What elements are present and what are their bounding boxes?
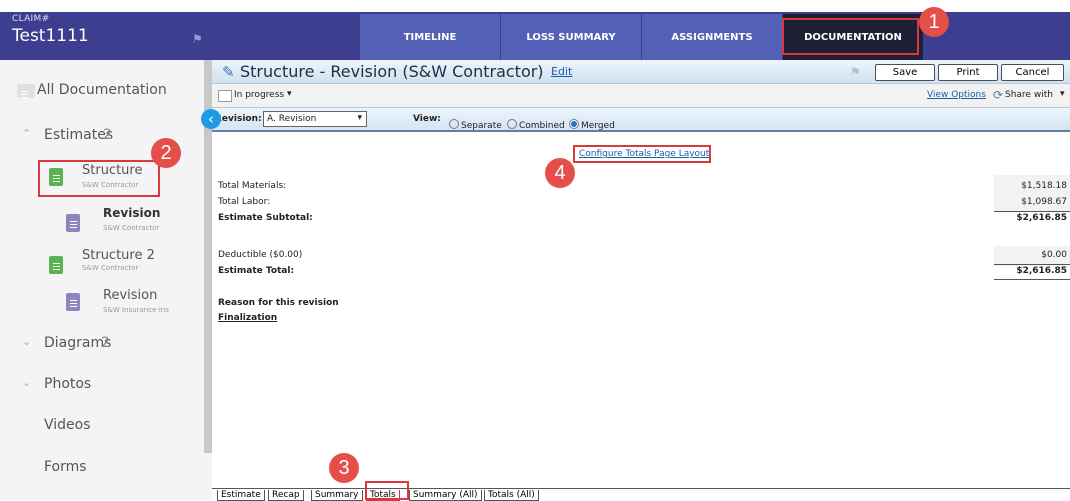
tab-summary-all[interactable]: Summary (All) xyxy=(409,490,482,501)
revision-document-icon xyxy=(66,214,80,232)
chevron-down-icon[interactable]: ⌄ xyxy=(22,376,31,389)
chevron-down-icon[interactable]: ▾ xyxy=(1060,89,1065,99)
forms-label[interactable]: Forms xyxy=(44,459,87,475)
view-combined-radio[interactable]: Combined xyxy=(507,113,565,132)
photos-label[interactable]: Photos xyxy=(44,376,91,392)
chevron-up-icon[interactable]: ⌃ xyxy=(22,127,31,140)
estimate-title: Structure - Revision (S&W Contractor) xyxy=(240,62,544,81)
estimate-total-label: Estimate Total: xyxy=(218,266,295,276)
tab-timeline[interactable]: TIMELINE xyxy=(360,14,500,60)
estimate-item-title[interactable]: Structure 2 xyxy=(82,248,155,263)
totals-highlight xyxy=(365,481,409,500)
total-rule xyxy=(994,264,1070,265)
documentation-sidebar: All Documentation ⌃ Estimates 2 Structur… xyxy=(0,60,212,500)
chevron-down-icon: ▾ xyxy=(357,113,362,123)
documentation-highlight xyxy=(782,18,919,55)
finalization-link[interactable]: Finalization xyxy=(218,313,277,323)
view-separate-label: Separate xyxy=(461,121,502,131)
cancel-button[interactable]: Cancel xyxy=(1001,64,1064,81)
tab-summary[interactable]: Summary xyxy=(311,490,363,501)
view-separate-radio[interactable]: Separate xyxy=(449,113,502,132)
revision-item-meta: S&W Contractor xyxy=(103,224,160,232)
save-button[interactable]: Save xyxy=(875,64,935,81)
estimate-total-value: $2,616.85 xyxy=(1016,266,1067,276)
revision-document-icon xyxy=(66,293,80,311)
folder-icon xyxy=(17,84,35,98)
total-materials-label: Total Materials: xyxy=(218,181,287,191)
estimate-item-title[interactable]: Structure xyxy=(82,163,142,178)
chevron-down-icon[interactable]: ⌄ xyxy=(22,335,31,348)
revision-value: A. Revision xyxy=(267,114,317,124)
chevron-down-icon[interactable]: ▾ xyxy=(287,89,292,99)
total-labor-label: Total Labor: xyxy=(218,197,271,207)
claim-number: Test1111 xyxy=(12,26,89,46)
estimate-document-icon xyxy=(49,168,63,186)
reason-label: Reason for this revision xyxy=(218,298,339,308)
claim-box: CLAIM# Test1111 ⚑ xyxy=(0,12,215,60)
status-icon xyxy=(218,90,232,102)
tab-recap[interactable]: Recap xyxy=(268,490,304,501)
revision-select[interactable]: A. Revision ▾ xyxy=(263,111,367,127)
all-documentation-link[interactable]: All Documentation xyxy=(37,82,167,98)
tab-loss-summary[interactable]: LOSS SUMMARY xyxy=(501,14,641,60)
tab-totals-all[interactable]: Totals (All) xyxy=(484,490,539,501)
flag-icon[interactable]: ⚑ xyxy=(850,65,861,79)
pencil-icon: ✎ xyxy=(222,63,235,81)
claim-label: CLAIM# xyxy=(12,14,50,24)
share-with-label[interactable]: Share with xyxy=(1005,90,1053,100)
tab-estimate[interactable]: Estimate xyxy=(217,490,265,501)
share-icon: ⟳ xyxy=(993,88,1004,102)
estimate-toolbar: In progress ▾ View Options ⟳ Share with … xyxy=(212,84,1070,108)
view-merged-label: Merged xyxy=(581,121,615,131)
revision-item-title[interactable]: Revision xyxy=(103,288,157,303)
callout-2: 2 xyxy=(151,138,181,168)
view-label: View: xyxy=(413,114,441,124)
edit-link[interactable]: Edit xyxy=(551,65,572,78)
total-bottom-rule xyxy=(994,279,1070,280)
total-materials-value: $1,518.18 xyxy=(1021,181,1067,191)
callout-4: 4 xyxy=(545,158,575,188)
callout-3: 3 xyxy=(329,453,359,483)
view-options-link[interactable]: View Options xyxy=(927,90,986,100)
estimate-subtotal-label: Estimate Subtotal: xyxy=(218,213,313,223)
estimate-header: ✎ Structure - Revision (S&W Contractor) … xyxy=(212,60,1070,84)
configure-totals-link[interactable]: Configure Totals Page Layout xyxy=(579,149,709,159)
deductible-value: $0.00 xyxy=(1041,250,1067,260)
total-labor-value: $1,098.67 xyxy=(1021,197,1067,207)
revision-label: Revision: xyxy=(215,114,262,124)
estimate-subtotal-value: $2,616.85 xyxy=(1016,213,1067,223)
subtotal-rule xyxy=(994,211,1070,212)
estimate-document-icon xyxy=(49,256,63,274)
videos-label[interactable]: Videos xyxy=(44,417,91,433)
flag-icon[interactable]: ⚑ xyxy=(192,32,204,46)
estimate-item-meta: S&W Contractor xyxy=(82,264,139,272)
estimate-panel: ✎ Structure - Revision (S&W Contractor) … xyxy=(212,60,1070,500)
top-navigation: CLAIM# Test1111 ⚑ TIMELINE LOSS SUMMARY … xyxy=(0,0,1070,60)
revision-bar: Revision: A. Revision ▾ View: Separate C… xyxy=(212,108,1070,132)
print-button[interactable]: Print xyxy=(938,64,998,81)
view-merged-radio[interactable]: Merged xyxy=(569,113,615,132)
estimates-count: 2 xyxy=(103,127,112,143)
collapse-sidebar-icon[interactable]: ‹ xyxy=(201,109,221,129)
deductible-label: Deductible ($0.00) xyxy=(218,250,303,260)
revision-item-meta: S&W Insurance-ins xyxy=(103,306,169,314)
estimate-view-tabs: Estimate Recap Summary Totals Summary (A… xyxy=(212,488,1070,501)
estimate-item-meta: S&W Contractor xyxy=(82,181,139,189)
diagrams-count: 2 xyxy=(101,335,110,351)
status-label[interactable]: In progress xyxy=(234,90,284,100)
view-combined-label: Combined xyxy=(519,121,565,131)
tab-assignments[interactable]: ASSIGNMENTS xyxy=(642,14,782,60)
callout-1: 1 xyxy=(919,7,949,37)
revision-item-title[interactable]: Revision xyxy=(103,206,160,220)
